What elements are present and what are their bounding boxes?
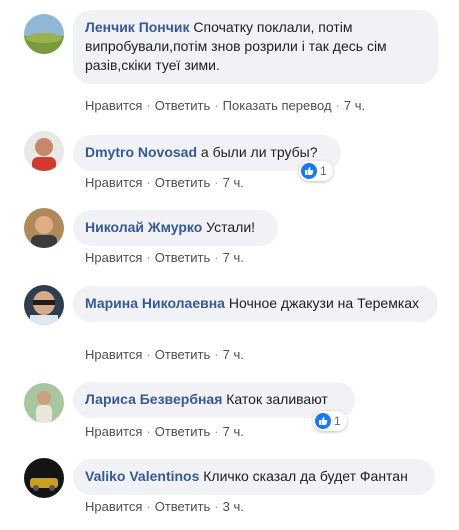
comment-bubble: Марина Николаевна Ночное джакузи на Тере… [73,286,438,322]
like-button[interactable]: Нравится [85,347,142,362]
comment-text: а были ли трубы? [200,144,318,160]
avatar[interactable] [24,285,64,325]
avatar[interactable] [24,208,64,248]
comment-time[interactable]: 7 ч. [223,175,244,190]
comment-time[interactable]: 7 ч. [223,347,244,362]
like-button[interactable]: Нравится [85,424,142,439]
avatar-car-image [24,458,64,498]
reaction-count[interactable]: 1 [299,161,333,181]
comment-author[interactable]: Valiko Valentinos [85,468,199,484]
comment-actions: Нравится · Ответить · 7 ч. [85,175,244,190]
separator: · [214,98,219,113]
avatar-person-image [24,131,64,171]
comment-text: Кличко сказал да будет Фантан [203,468,408,484]
avatar[interactable] [24,383,64,423]
reaction-count-value: 1 [320,164,327,178]
avatar-person-image [24,383,64,423]
like-button[interactable]: Нравится [85,499,142,514]
comment-text: Устали! [206,219,256,235]
comment-text: Каток заливают [226,391,328,407]
separator: · [214,250,219,265]
avatar-person-image [24,208,64,248]
avatar-landscape-image [24,14,64,54]
like-button[interactable]: Нравится [85,98,142,113]
separator: · [146,98,151,113]
comment-time[interactable]: 7 ч. [223,424,244,439]
avatar[interactable] [24,131,64,171]
like-button[interactable]: Нравится [85,175,142,190]
separator: · [146,250,151,265]
reply-button[interactable]: Ответить [155,424,211,439]
comment-author[interactable]: Ленчик Пончик [85,19,190,35]
separator: · [146,175,151,190]
avatar[interactable] [24,458,64,498]
reply-button[interactable]: Ответить [155,175,211,190]
reply-button[interactable]: Ответить [155,499,211,514]
comment-author[interactable]: Марина Николаевна [85,295,225,311]
reaction-count-value: 1 [334,414,341,428]
comment-actions: Нравится · Ответить · 7 ч. [85,347,244,362]
comment-author[interactable]: Лариса Безвербная [85,391,222,407]
show-translation-button[interactable]: Показать перевод [223,98,332,113]
separator: · [214,175,219,190]
comment-actions: Нравится · Ответить · Показать перевод · 7 ч. [85,98,365,113]
like-button[interactable]: Нравится [85,250,142,265]
comment-bubble: Лариса Безвербная Каток заливают [73,382,355,418]
comment-bubble: Ленчик Пончик Спочатку поклали, потім ви… [73,10,438,84]
separator: · [335,98,340,113]
like-icon [315,413,331,429]
reply-button[interactable]: Ответить [155,250,211,265]
comment-text: Ночное джакузи на Теремках [228,295,420,311]
comment-time[interactable]: 7 ч. [223,250,244,265]
avatar-person-image [24,285,64,325]
comment-author[interactable]: Николай Жмурко [85,219,202,235]
comment-time[interactable]: 3 ч. [223,499,244,514]
comment-bubble: Николай Жмурко Устали! [73,210,278,246]
comment-time[interactable]: 7 ч. [344,98,365,113]
avatar[interactable] [24,14,64,54]
separator: · [146,499,151,514]
separator: · [214,424,219,439]
comment-bubble: Valiko Valentinos Кличко сказал да будет… [73,459,435,495]
separator: · [146,424,151,439]
comment-author[interactable]: Dmytro Novosad [85,144,197,160]
separator: · [146,347,151,362]
separator: · [214,347,219,362]
comment-actions: Нравится · Ответить · 3 ч. [85,499,244,514]
reaction-count[interactable]: 1 [313,411,347,431]
separator: · [214,499,219,514]
comment-actions: Нравится · Ответить · 7 ч. [85,250,244,265]
comment-actions: Нравится · Ответить · 7 ч. [85,424,244,439]
like-icon [301,163,317,179]
reply-button[interactable]: Ответить [155,347,211,362]
reply-button[interactable]: Ответить [155,98,211,113]
